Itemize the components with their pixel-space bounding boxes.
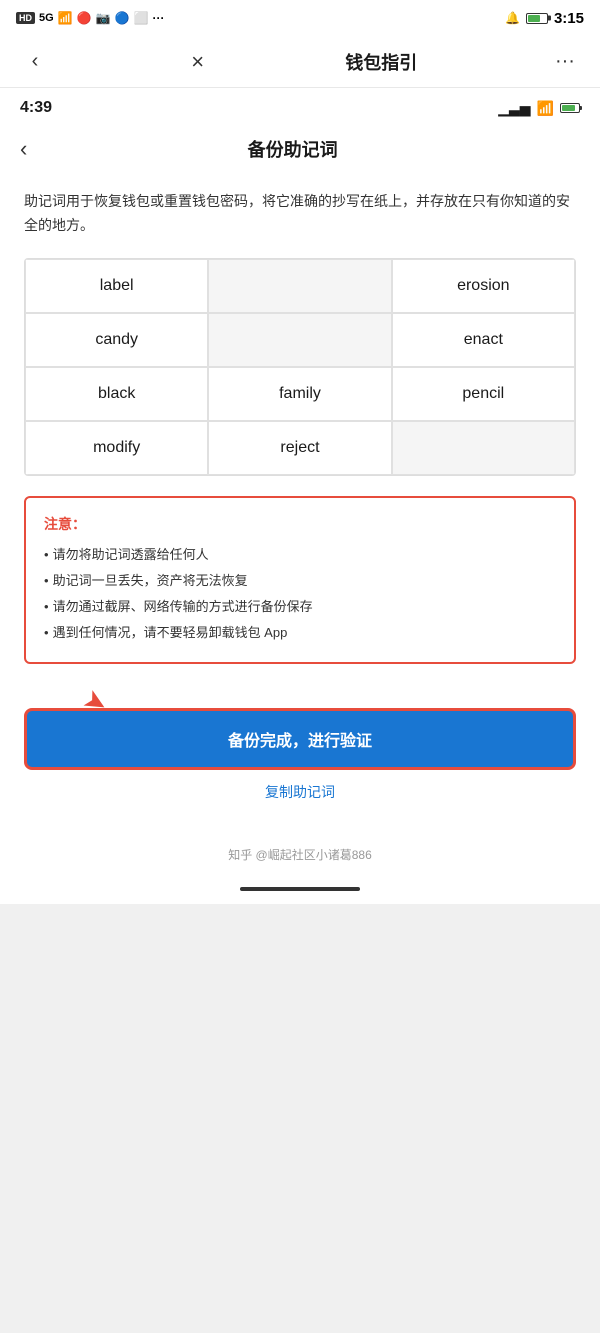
inner-time: 4:39	[20, 99, 52, 117]
app-icon-3: ⬜	[134, 11, 149, 25]
word-cell-9: pencil	[392, 367, 575, 421]
word-cell-7: black	[25, 367, 208, 421]
signal-icon: 5G	[39, 12, 54, 24]
warning-item-2: 助记词一旦丢失，资产将无法恢复	[44, 568, 556, 594]
warning-item-3: 请勿通过截屏、网络传输的方式进行备份保存	[44, 594, 556, 620]
copy-mnemonic-button[interactable]: 复制助记词	[24, 782, 576, 810]
battery-icon	[526, 13, 548, 24]
inner-page-title: 备份助记词	[27, 136, 558, 162]
word-cell-8: family	[208, 367, 391, 421]
weibo-icon: 🔴	[77, 11, 92, 25]
word-grid: label erosion candy enact black	[24, 258, 576, 476]
more-options-button[interactable]: ···	[550, 50, 580, 73]
word-cell-6: enact	[392, 313, 575, 367]
inner-status-bar: 4:39 ▁▃▅ 📶	[0, 88, 600, 124]
inner-screen: 4:39 ▁▃▅ 📶 ‹ 备份助记词 助记词用于恢复钱包或重置钱包密码，将它准确…	[0, 88, 600, 904]
word-cell-3: erosion	[392, 259, 575, 313]
back-button[interactable]: ‹	[20, 50, 50, 73]
bottom-area: 知乎 @崛起社区小诸葛886	[0, 826, 600, 874]
app-topbar: ‹ × 钱包指引 ···	[0, 36, 600, 88]
inner-battery-icon	[560, 103, 580, 113]
word-cell-4: candy	[25, 313, 208, 367]
status-left: HD 5G 📶 🔴 📷 🔵 ⬜ ···	[16, 11, 164, 25]
warning-title: 注意：	[44, 514, 556, 534]
status-right: 🔔 3:15	[505, 10, 584, 27]
more-icon: ···	[152, 11, 164, 25]
home-bar	[240, 887, 360, 891]
inner-wifi-icon: 📶	[537, 100, 554, 117]
device-time: 3:15	[554, 10, 584, 27]
close-button[interactable]: ×	[183, 49, 213, 75]
home-indicator	[0, 874, 600, 904]
button-area: ➤ 备份完成，进行验证 复制助记词	[0, 708, 600, 826]
inner-appbar: ‹ 备份助记词	[0, 124, 600, 174]
app-title: 钱包指引	[345, 49, 417, 75]
device-status-bar: HD 5G 📶 🔴 📷 🔵 ⬜ ··· 🔔 3:15	[0, 0, 600, 36]
warning-box: 注意： 请勿将助记词透露给任何人 助记词一旦丢失，资产将无法恢复 请勿通过截屏、…	[24, 496, 576, 664]
word-cell-11: reject	[208, 421, 391, 475]
description-text: 助记词用于恢复钱包或重置钱包密码，将它准确的抄写在纸上，并存放在只有你知道的安全…	[24, 190, 576, 238]
word-cell-1: label	[25, 259, 208, 313]
word-cell-2	[208, 259, 391, 313]
app-icon-1: 📷	[96, 11, 111, 25]
warning-item-4: 遇到任何情况，请不要轻易卸载钱包 App	[44, 620, 556, 646]
watermark-text: 知乎 @崛起社区小诸葛886	[228, 848, 372, 862]
app-icon-2: 🔵	[115, 11, 130, 25]
inner-status-icons: ▁▃▅ 📶	[498, 100, 580, 117]
inner-signal-icon: ▁▃▅	[498, 100, 530, 117]
word-cell-5	[208, 313, 391, 367]
hd-badge: HD	[16, 12, 35, 24]
backup-verify-button[interactable]: 备份完成，进行验证	[24, 708, 576, 770]
word-cell-12	[392, 421, 575, 475]
main-content: 助记词用于恢复钱包或重置钱包密码，将它准确的抄写在纸上，并存放在只有你知道的安全…	[0, 174, 600, 708]
inner-back-button[interactable]: ‹	[20, 136, 27, 162]
warning-item-1: 请勿将助记词透露给任何人	[44, 542, 556, 568]
bell-icon: 🔔	[505, 11, 520, 25]
word-cell-10: modify	[25, 421, 208, 475]
signal-bars-icon: 📶	[58, 11, 73, 25]
